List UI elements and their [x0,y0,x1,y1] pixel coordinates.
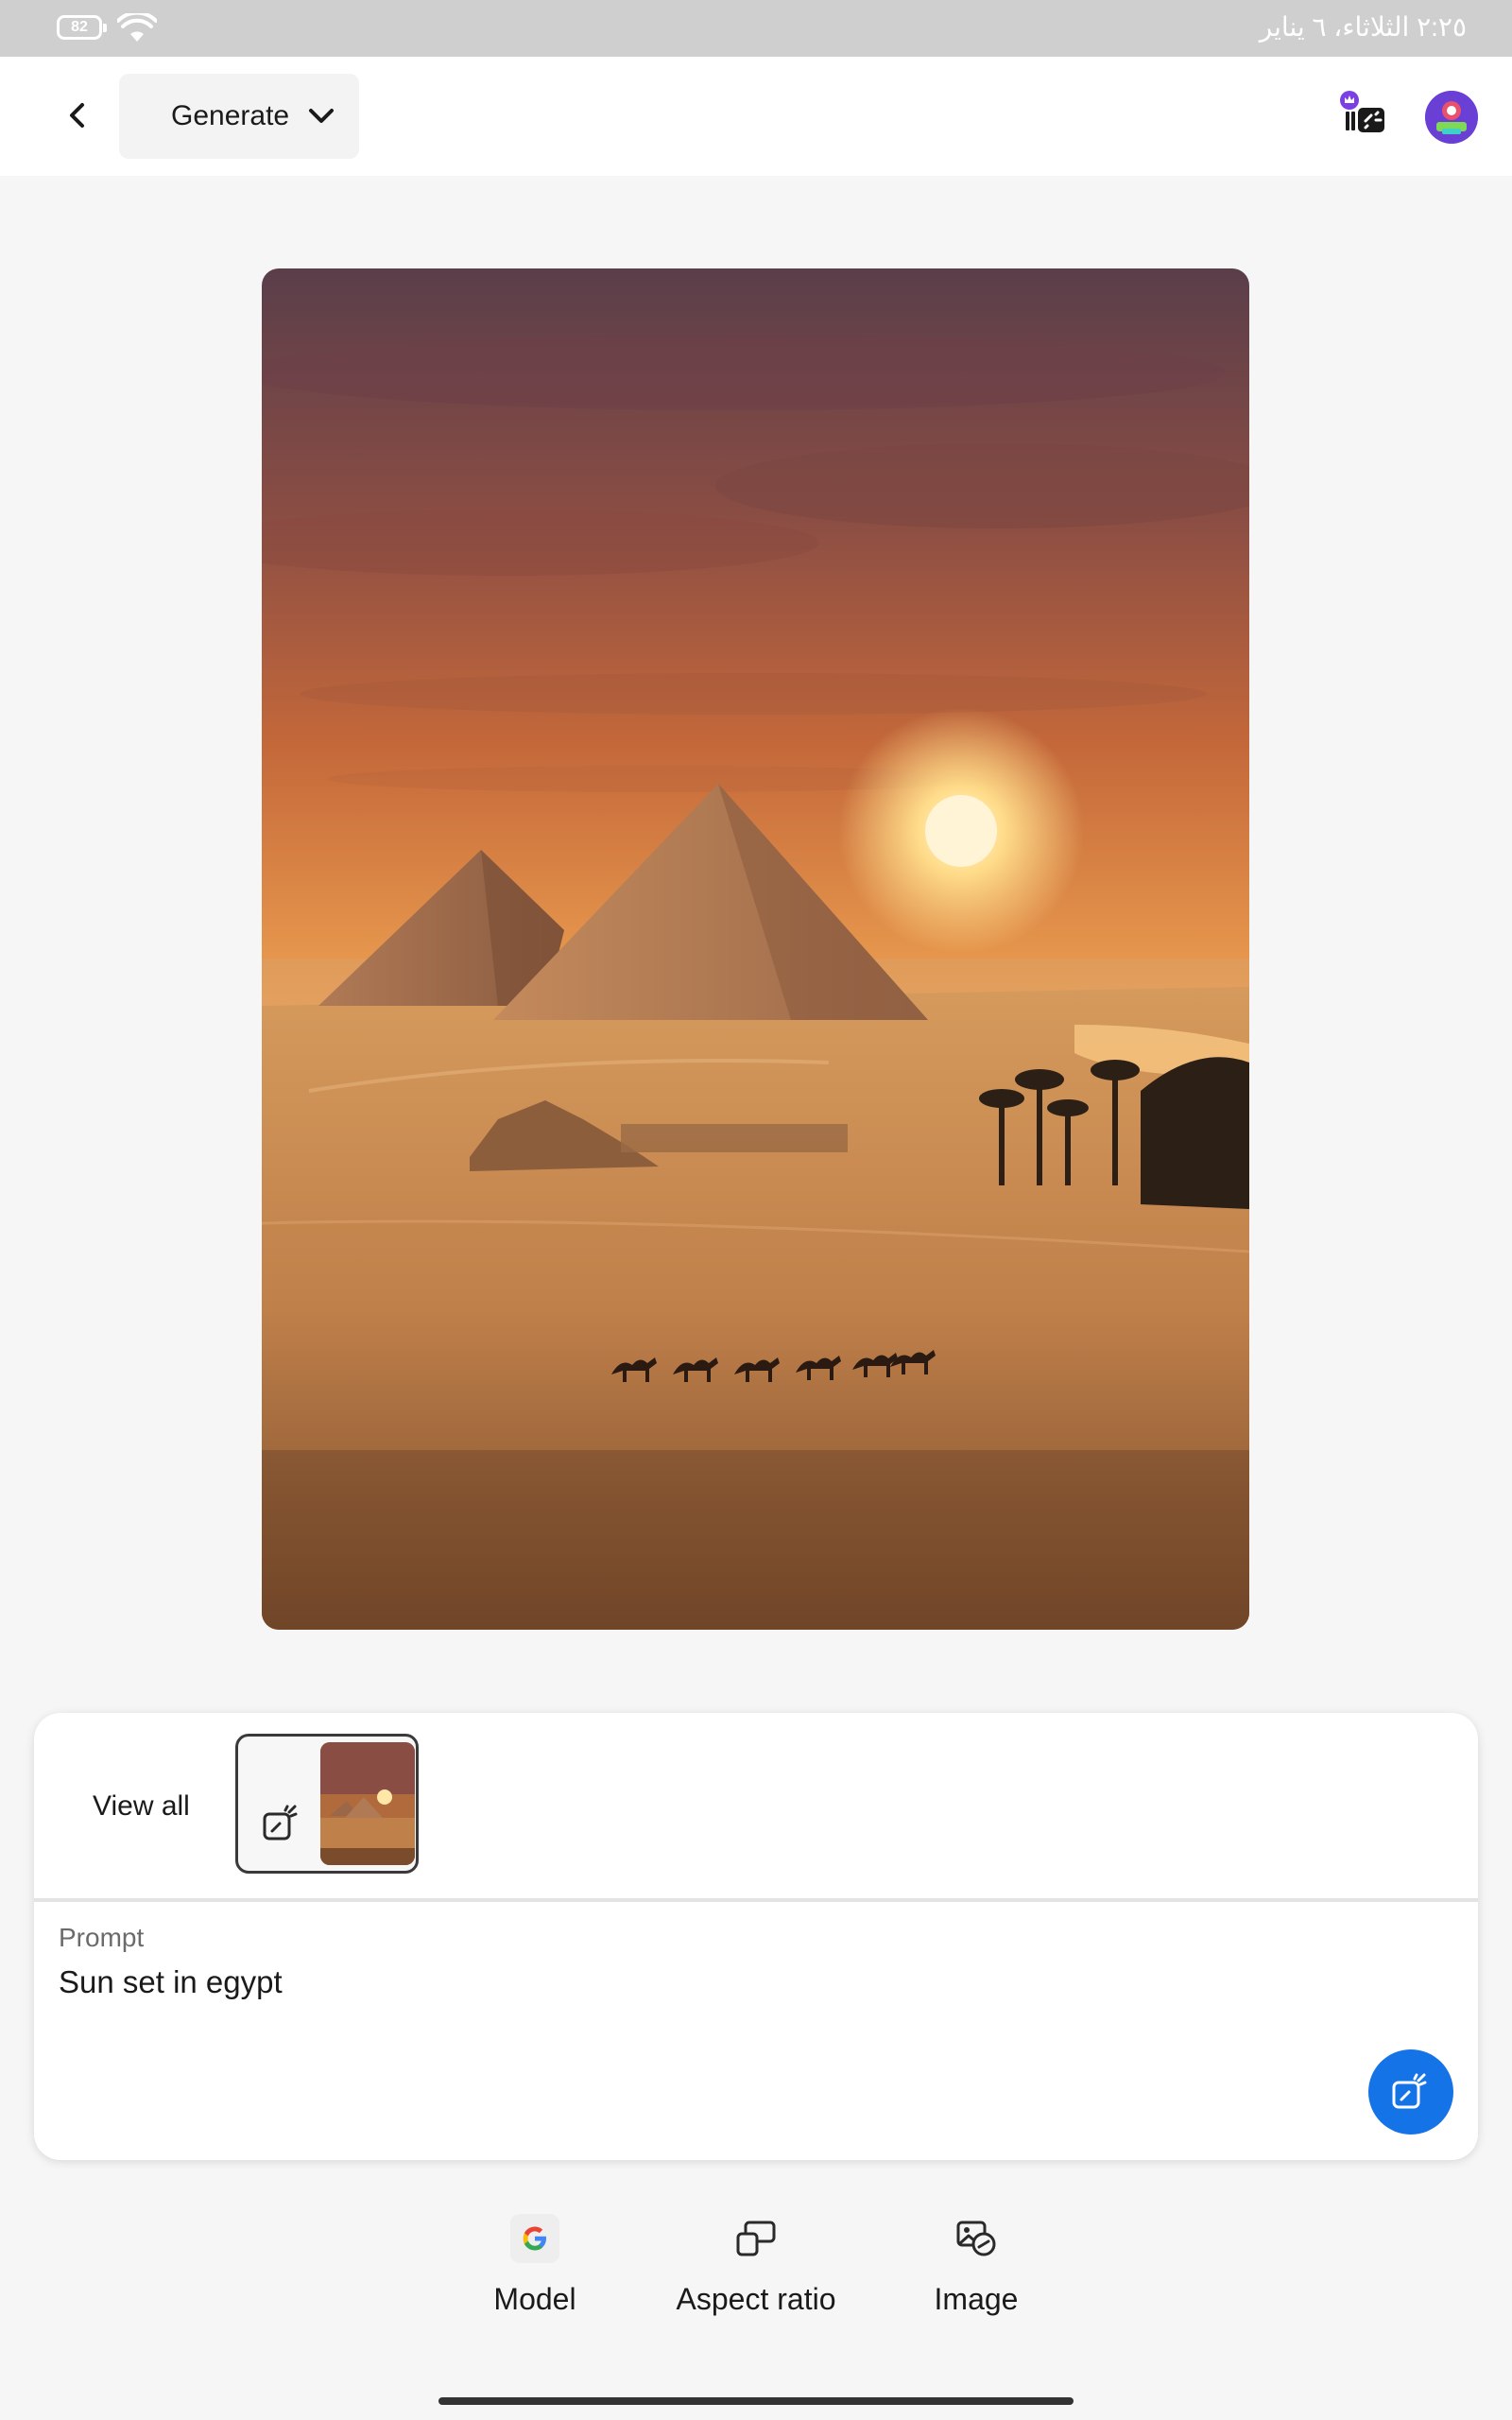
prompt-input[interactable]: Sun set in egypt [59,1964,283,2000]
avatar[interactable] [1425,91,1478,144]
generation-thumbnail[interactable] [235,1734,419,1874]
image-reference-button[interactable]: Image [915,2212,1038,2317]
model-button[interactable]: Model [477,2212,593,2317]
battery-icon: 82 [57,15,107,40]
image-reference-icon [950,2212,1003,2265]
credits-icon[interactable] [1334,87,1391,144]
generated-image[interactable] [262,268,1249,1630]
mode-label: Generate [171,100,290,131]
view-all-link[interactable]: View all [93,1790,190,1823]
thumbnail-image [320,1742,415,1865]
sparkle-edit-icon [263,1805,298,1841]
image-label: Image [934,2282,1019,2316]
sparkle-edit-icon [1392,2073,1427,2109]
app-header: Generate [0,57,1512,176]
status-datetime: ٢:٢٥ الثلاثاء، ٦ يناير [1259,12,1467,42]
battery-level: 82 [71,19,88,35]
chevron-down-icon [308,103,335,130]
aspect-ratio-button[interactable]: Aspect ratio [662,2212,850,2317]
google-icon [510,2214,559,2263]
wifi-icon [117,13,157,42]
back-button[interactable] [47,85,108,146]
prompt-label: Prompt [59,1923,145,1952]
mode-dropdown[interactable]: Generate [119,74,359,159]
back-icon [70,103,84,128]
aspect-ratio-label: Aspect ratio [676,2282,836,2316]
generate-button[interactable] [1368,2049,1453,2135]
model-label: Model [493,2282,576,2316]
aspect-ratio-icon [730,2212,782,2265]
panel-divider [34,1898,1478,1902]
status-bar: 82 ٢:٢٥ الثلاثاء، ٦ يناير [0,0,1512,57]
prompt-panel: View all Prompt Sun set in egypt [34,1713,1478,2160]
home-indicator[interactable] [438,2397,1074,2405]
